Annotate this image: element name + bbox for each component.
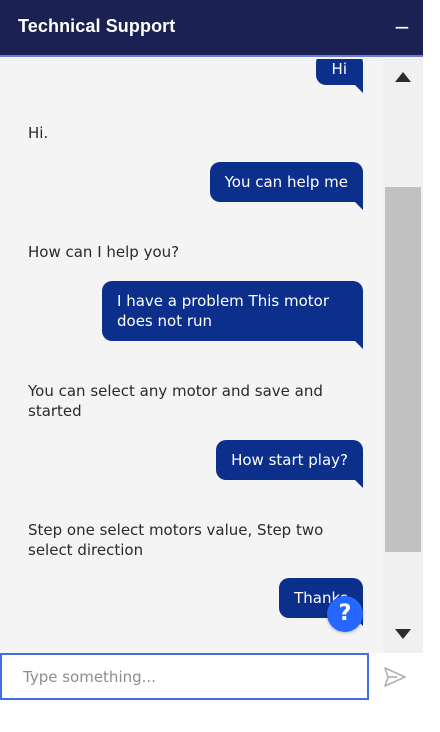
bot-message: Hi. xyxy=(28,124,49,142)
send-button[interactable] xyxy=(383,666,407,688)
input-bar xyxy=(0,653,423,700)
bot-message: How can I help you? xyxy=(28,243,180,261)
minimize-button[interactable]: − xyxy=(391,14,413,40)
chat-header: Technical Support − xyxy=(0,0,423,57)
chat-widget: Technical Support − Hi Hi. You can help … xyxy=(0,0,423,700)
help-button[interactable]: ? xyxy=(327,596,363,632)
chat-title: Technical Support xyxy=(18,16,176,36)
message-input[interactable] xyxy=(0,653,369,700)
bot-message: You can select any motor and save and st… xyxy=(28,382,323,420)
scrollbar-thumb[interactable] xyxy=(385,187,421,552)
scrollbar[interactable] xyxy=(383,59,423,653)
scroll-up-arrow-icon[interactable] xyxy=(395,72,411,82)
user-message: You can help me xyxy=(209,162,364,210)
send-icon xyxy=(384,667,406,687)
message-list: Hi Hi. You can help me How can I help yo… xyxy=(0,59,383,653)
user-message: I have a problem This motor does not run xyxy=(102,281,363,349)
minimize-icon: − xyxy=(393,15,411,39)
scroll-down-arrow-icon[interactable] xyxy=(395,629,411,639)
user-message: Hi xyxy=(315,59,364,93)
question-icon: ? xyxy=(338,601,352,626)
bot-message: Step one select motors value, Step two s… xyxy=(28,521,324,559)
user-message: How start play? xyxy=(216,440,363,488)
